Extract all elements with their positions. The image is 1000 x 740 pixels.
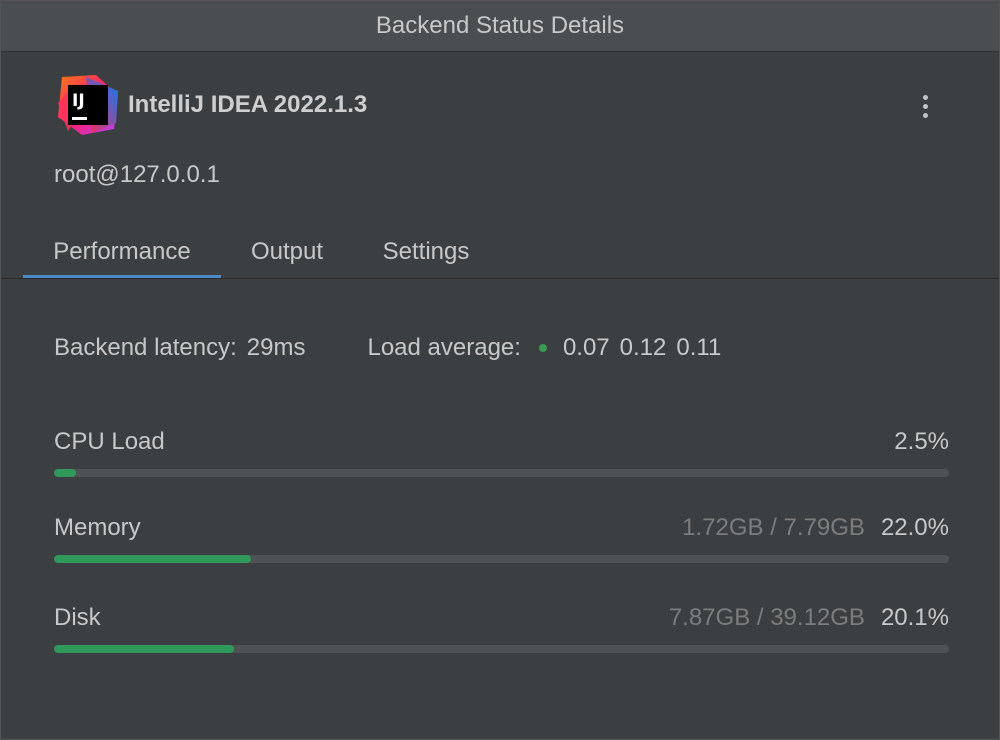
more-vertical-icon-dot [922,94,928,100]
metric-percent: 20.1% [880,604,949,631]
product-name: IntelliJ IDEA 2022.1.3 [128,91,368,118]
tab-settings[interactable]: Settings [353,227,499,277]
metric-label: CPU Load [54,428,165,455]
latency-value: 29ms [246,334,306,361]
latency-load-row: Backend latency: 29ms Load average: 0.07… [54,334,721,362]
memory-progress-fill [54,555,251,563]
load-status-indicator-icon [538,344,547,352]
metric-usage: 7.87GB / 39.12GB [668,604,865,631]
tab-label: Settings [382,238,470,265]
cpu-progress-bar [54,469,949,477]
metric-percent: 22.0% [880,514,949,541]
disk-progress-fill [54,645,234,653]
logo-text: IJ [72,91,85,111]
cpu-load-metric: CPU Load 2.5% [54,425,949,477]
tab-label: Output [250,238,324,265]
memory-progress-bar [54,555,949,563]
backend-status-window: Backend Status Details IJ IntelliJ IDEA … [0,0,1000,740]
tab-performance[interactable]: Performance [23,227,221,279]
window-title-bar[interactable]: Backend Status Details [1,1,999,52]
load-average-label: Load average: [367,334,521,361]
metric-label: Disk [54,604,101,631]
cpu-progress-fill [54,469,77,477]
host-address: root@127.0.0.1 [54,161,220,188]
metric-usage: 1.72GB / 7.79GB [682,514,865,541]
load-average-1: 0.07 [562,334,610,361]
more-vertical-icon-dot [922,103,928,109]
tab-bar: Performance Output Settings [23,227,499,279]
tab-label: Performance [53,238,191,265]
load-average-15: 0.11 [676,334,722,361]
product-header: IJ IntelliJ IDEA 2022.1.3 [56,73,367,137]
more-vertical-icon-dot [922,112,928,118]
disk-metric: Disk 7.87GB / 39.12GB 20.1% [54,601,949,653]
load-average-5: 0.12 [619,334,667,361]
more-options-button[interactable] [913,89,937,123]
latency-label: Backend latency: [54,334,237,361]
tab-divider [1,278,999,279]
intellij-logo-icon: IJ [56,73,120,137]
tab-output[interactable]: Output [221,227,353,277]
window-title: Backend Status Details [375,12,625,39]
metric-percent: 2.5% [894,428,949,455]
metric-label: Memory [54,514,141,541]
memory-metric: Memory 1.72GB / 7.79GB 22.0% [54,511,949,563]
disk-progress-bar [54,645,949,653]
